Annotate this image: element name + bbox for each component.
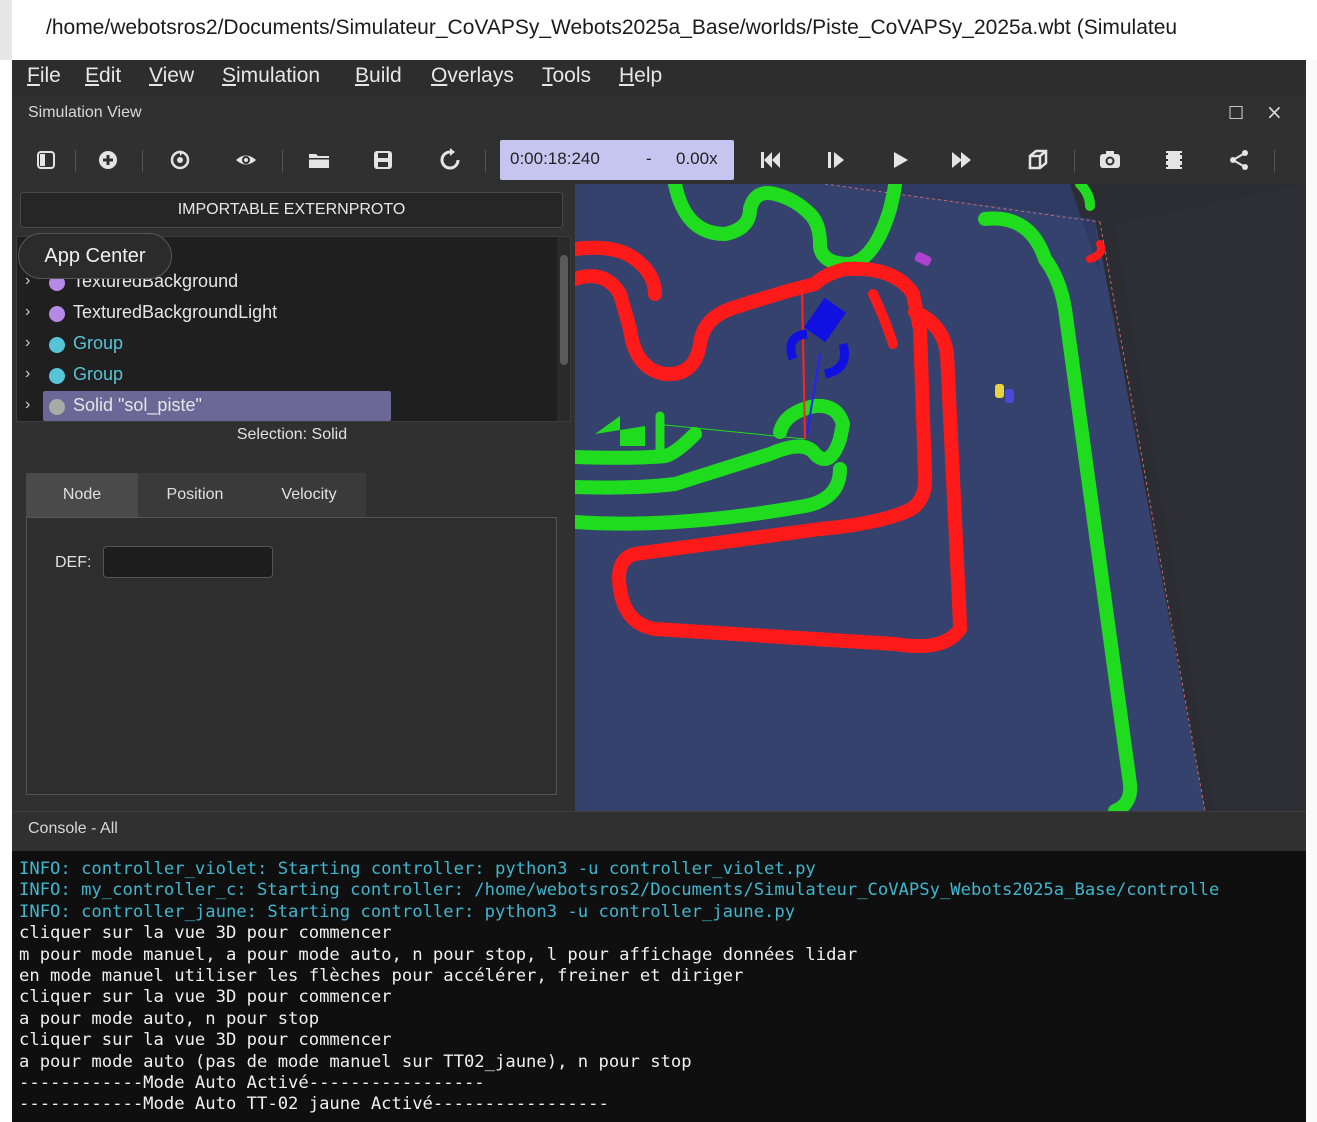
console-line: cliquer sur la vue 3D pour commencer (19, 1030, 392, 1051)
scrollbar-thumb[interactable] (560, 255, 568, 365)
tree-item-group[interactable]: › Group (17, 329, 557, 359)
console-line: INFO: controller_jaune: Starting control… (19, 901, 796, 922)
tree-item-label: Group (73, 364, 124, 384)
robot-yellow[interactable] (995, 384, 1004, 398)
tree-item-textured-background-light[interactable]: › TexturedBackgroundLight (17, 298, 557, 328)
node-type-icon (49, 368, 65, 384)
add-node-icon[interactable] (94, 146, 122, 174)
console-line: a pour mode auto, n pour stop (19, 1008, 320, 1029)
node-type-icon (49, 306, 65, 322)
chevron-right-icon[interactable]: › (25, 396, 30, 414)
tree-item-solid-sol-piste[interactable]: › Solid "sol_piste" (17, 391, 557, 421)
view-cube-icon[interactable] (1024, 146, 1052, 174)
window-edge (0, 0, 12, 60)
menu-view[interactable]: View (149, 64, 194, 88)
console-line: ------------Mode Auto TT-02 jaune Activé… (19, 1094, 609, 1115)
menu-file[interactable]: File (27, 64, 61, 88)
console-line: ------------Mode Auto Activé------------… (19, 1073, 485, 1093)
console-line: cliquer sur la vue 3D pour commencer (19, 987, 392, 1008)
tree-item-label: Solid "sol_piste" (73, 395, 202, 415)
reset-view-icon[interactable] (166, 146, 194, 174)
window-title: /home/webotsros2/Documents/Simulateur_Co… (46, 16, 1178, 39)
robot-blue[interactable] (1005, 389, 1014, 403)
node-tab-panel: DEF: (26, 517, 557, 795)
green-track-segment (1075, 184, 1095, 211)
record-movie-icon[interactable] (1160, 146, 1188, 174)
window-right-edge (1306, 60, 1317, 1122)
console-title: Console - All (28, 820, 118, 837)
reset-simulation-icon[interactable] (756, 146, 784, 174)
scene-tree-scrollbar[interactable] (557, 237, 570, 421)
console-line: a pour mode auto (pas de mode manuel sur… (19, 1051, 692, 1072)
menu-tools[interactable]: Tools (542, 64, 591, 88)
importable-externproto-button[interactable]: IMPORTABLE EXTERNPROTO (20, 192, 563, 228)
maximize-icon[interactable]: □ (1228, 102, 1244, 122)
screenshot-icon[interactable] (1096, 146, 1124, 174)
selection-label: Selection: Solid (236, 426, 348, 443)
tree-item-label: Group (73, 333, 124, 353)
toggle-scene-tree-icon[interactable] (32, 146, 60, 174)
chevron-right-icon[interactable]: › (25, 365, 30, 383)
time-separator: - (646, 149, 652, 168)
open-world-icon[interactable] (305, 146, 333, 174)
console-separator (12, 811, 1306, 812)
simulation-toolbar: 0:00:18:240 - 0.00x (12, 136, 1306, 184)
simulation-speed: 0.00x (676, 149, 718, 168)
chevron-right-icon[interactable]: › (25, 303, 30, 321)
console-line: INFO: my_controller_c: Starting controll… (19, 880, 1220, 901)
play-icon[interactable] (886, 146, 914, 174)
simulation-view-title: Simulation View (28, 104, 142, 121)
step-icon[interactable] (822, 146, 850, 174)
console-line: m pour mode manuel, a pour mode auto, n … (19, 944, 858, 965)
simulation-time-display: 0:00:18:240 - 0.00x (500, 140, 734, 180)
toolbar-separator (1074, 150, 1075, 172)
chevron-right-icon[interactable]: › (25, 334, 30, 352)
webots-main-window: File Edit View Simulation Build Overlays… (12, 60, 1306, 1122)
window-title-bar: /home/webotsros2/Documents/Simulateur_Co… (0, 0, 1317, 60)
console-line: cliquer sur la vue 3D pour commencer (19, 923, 392, 944)
console-output[interactable]: INFO: controller_violet: Starting contro… (12, 851, 1306, 1122)
simulation-time: 0:00:18:240 (510, 149, 600, 168)
node-type-icon (49, 337, 65, 353)
reload-world-icon[interactable] (436, 146, 464, 174)
menu-build[interactable]: Build (355, 64, 402, 88)
share-icon[interactable] (1225, 146, 1253, 174)
fast-forward-icon[interactable] (948, 146, 976, 174)
scene-tree-panel: IMPORTABLE EXTERNPROTO › TexturedBackgro… (12, 184, 572, 811)
window-left-edge (0, 60, 12, 1122)
menu-edit[interactable]: Edit (85, 64, 121, 88)
def-field[interactable] (103, 546, 273, 578)
3d-viewport[interactable] (575, 184, 1306, 811)
toolbar-separator (142, 150, 143, 172)
console-line: INFO: controller_violet: Starting contro… (19, 859, 816, 879)
def-label: DEF: (55, 554, 92, 571)
tree-item-group[interactable]: › Group (17, 360, 557, 390)
console-line: en mode manuel utiliser les flèches pour… (19, 966, 744, 986)
toolbar-separator (1274, 150, 1275, 172)
close-icon[interactable]: × (1266, 100, 1283, 124)
3d-scene[interactable] (575, 184, 1306, 811)
menu-overlays[interactable]: Overlays (431, 64, 514, 88)
save-world-icon[interactable] (369, 146, 397, 174)
toolbar-separator (485, 150, 486, 172)
view-eye-icon[interactable] (232, 146, 260, 174)
tab-position[interactable]: Position (138, 473, 252, 517)
app-center-tooltip[interactable]: App Center (18, 233, 172, 279)
toolbar-separator (75, 150, 76, 172)
toolbar-separator (282, 150, 283, 172)
menu-simulation[interactable]: Simulation (222, 64, 320, 88)
menu-help[interactable]: Help (619, 64, 662, 88)
menu-bar: File Edit View Simulation Build Overlays… (12, 60, 1306, 96)
tab-node[interactable]: Node (26, 473, 138, 517)
node-type-icon (49, 399, 65, 415)
tree-item-label: TexturedBackgroundLight (73, 302, 278, 322)
tab-velocity[interactable]: Velocity (252, 473, 366, 517)
